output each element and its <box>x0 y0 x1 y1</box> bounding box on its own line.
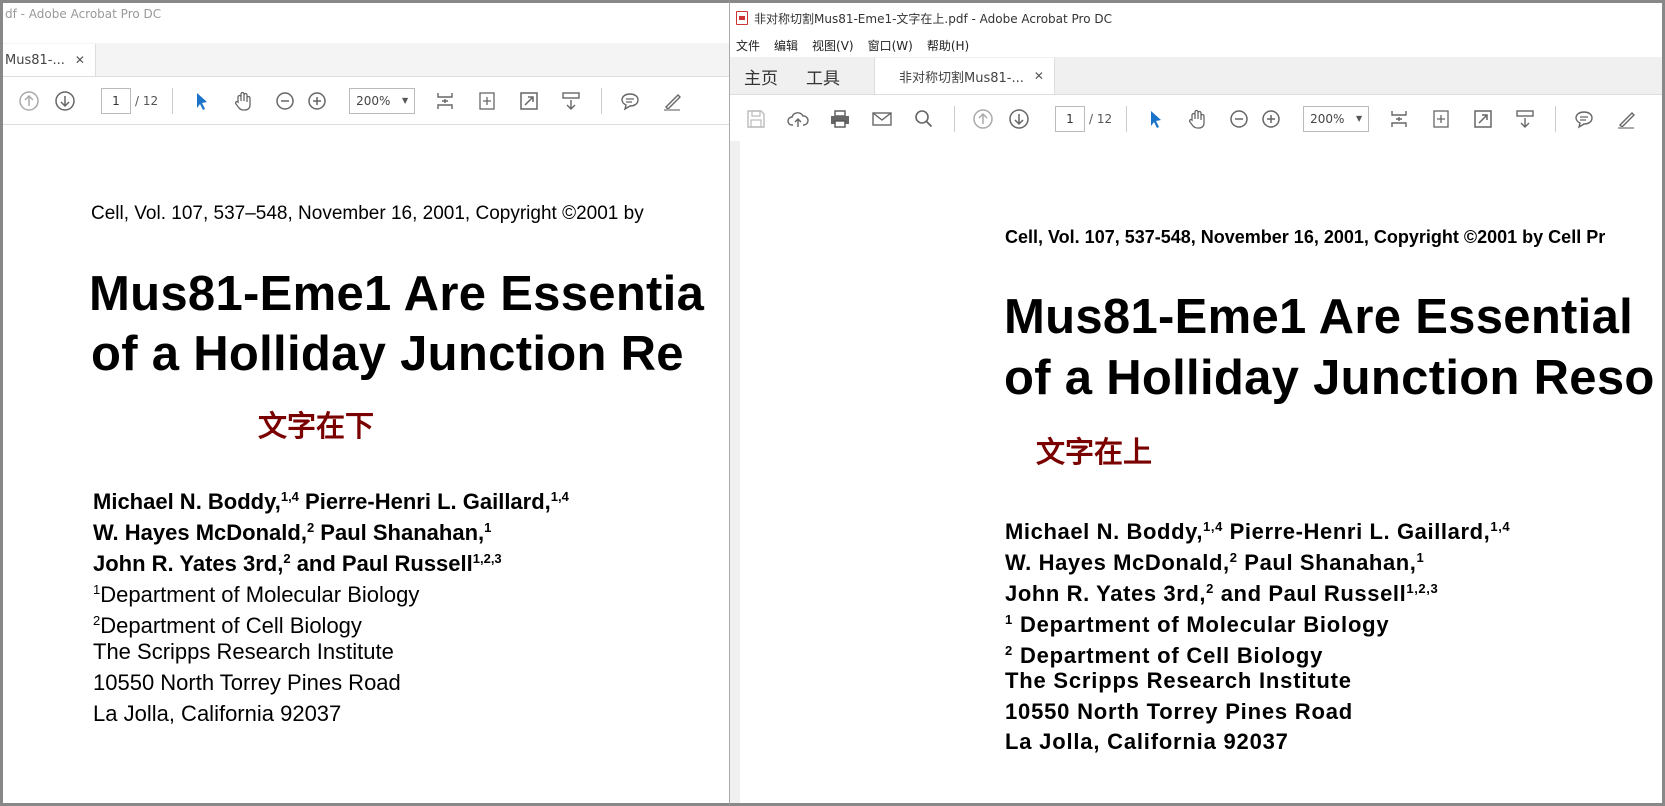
right-titlebar: 非对称切割Mus81-Eme1-文字在上.pdf - Adobe Acrobat… <box>730 3 1662 33</box>
menu-edit[interactable]: 编辑 <box>774 37 798 54</box>
affiliation-line: 10550 North Torrey Pines Road <box>93 670 401 695</box>
marquee-icon[interactable] <box>1425 103 1457 135</box>
print-icon[interactable] <box>824 103 856 135</box>
select-cursor-icon[interactable] <box>1139 103 1171 135</box>
left-zoom-value: 200% <box>356 93 391 108</box>
affiliation-line: La Jolla, California 92037 <box>93 701 342 726</box>
chevron-down-icon: ▼ <box>401 96 409 105</box>
select-cursor-icon[interactable] <box>185 85 217 117</box>
right-document-view[interactable]: Cell, Vol. 107, 537-548, November 16, 20… <box>730 141 1662 803</box>
paper-title-line-2: of a Holliday Junction Re <box>91 327 684 381</box>
left-menubar <box>3 25 730 43</box>
affiliation-line: The Scripps Research Institute <box>1005 668 1352 693</box>
chevron-down-icon: ▼ <box>1355 114 1363 123</box>
right-page-number-input[interactable]: 1 <box>1055 105 1085 132</box>
left-acrobat-window: df - Adobe Acrobat Pro DC Mus81-... ✕ 1 … <box>0 0 730 806</box>
right-tabrow: 主页 工具 非对称切割Mus81-... ✕ <box>730 57 1662 95</box>
annotation-label: 文字在上 <box>1036 435 1153 469</box>
tab-tools[interactable]: 工具 <box>792 58 854 94</box>
right-zoom-value: 200% <box>1310 111 1345 126</box>
right-menubar: 文件 编辑 视图(V) 窗口(W) 帮助(H) <box>730 33 1662 57</box>
paper-title-line-1: Mus81-Eme1 Are Essentia <box>89 267 705 321</box>
left-tabrow: Mus81-... ✕ <box>3 43 730 77</box>
close-icon[interactable]: ✕ <box>1034 69 1044 83</box>
menu-view[interactable]: 视图(V) <box>812 37 854 54</box>
save-icon[interactable] <box>740 103 772 135</box>
scroll-mode-icon[interactable] <box>1509 103 1541 135</box>
menu-window[interactable]: 窗口(W) <box>868 37 913 54</box>
toolbar-divider <box>954 105 955 132</box>
right-tab-label: 非对称切割Mus81-... <box>899 70 1024 86</box>
upload-icon[interactable] <box>782 103 814 135</box>
left-tab-label: Mus81-... <box>5 52 65 68</box>
right-zoom-select[interactable]: 200% ▼ <box>1303 105 1370 132</box>
left-document-view[interactable]: Cell, Vol. 107, 537–548, November 16, 20… <box>3 131 730 803</box>
pdf-file-icon <box>736 11 748 25</box>
left-page-navigator: 1 / 12 <box>101 87 159 114</box>
affiliation-line: The Scripps Research Institute <box>93 639 394 664</box>
paper-citation: Cell, Vol. 107, 537-548, November 16, 20… <box>1005 227 1606 247</box>
paper-title-line-2: of a Holliday Junction Reso <box>1004 351 1655 405</box>
zoom-out-icon[interactable] <box>1223 103 1255 135</box>
left-titlebar: df - Adobe Acrobat Pro DC <box>3 3 730 25</box>
right-page-total: / 12 <box>1089 111 1113 126</box>
highlight-pen-icon[interactable] <box>656 85 688 117</box>
prev-page-icon[interactable] <box>967 103 999 135</box>
toolbar-divider <box>1555 105 1557 132</box>
next-page-icon[interactable] <box>49 85 81 117</box>
affiliation-line: La Jolla, California 92037 <box>1005 729 1289 754</box>
menu-help[interactable]: 帮助(H) <box>927 37 969 54</box>
annotation-label: 文字在下 <box>258 409 375 443</box>
zoom-out-icon[interactable] <box>269 85 301 117</box>
tab-home[interactable]: 主页 <box>730 58 792 94</box>
email-icon[interactable] <box>866 103 898 135</box>
right-acrobat-window: 非对称切割Mus81-Eme1-文字在上.pdf - Adobe Acrobat… <box>729 0 1665 806</box>
fit-page-icon[interactable] <box>429 85 461 117</box>
left-page-number-input[interactable]: 1 <box>101 87 131 114</box>
toolbar-divider <box>1126 105 1128 132</box>
left-toolbar: 1 / 12 200% ▼ <box>3 77 730 125</box>
right-document-tab[interactable]: 非对称切割Mus81-... ✕ <box>874 58 1055 94</box>
paper-title-line-1: Mus81-Eme1 Are Essential <box>1004 290 1634 344</box>
fullscreen-icon[interactable] <box>1467 103 1499 135</box>
left-zoom-select[interactable]: 200% ▼ <box>349 87 416 114</box>
scroll-mode-icon[interactable] <box>555 85 587 117</box>
close-icon[interactable]: ✕ <box>75 53 85 67</box>
fit-page-icon[interactable] <box>1383 103 1415 135</box>
highlight-pen-icon[interactable] <box>1610 103 1642 135</box>
prev-page-icon[interactable] <box>13 85 45 117</box>
fullscreen-icon[interactable] <box>513 85 545 117</box>
hand-icon[interactable] <box>1181 103 1213 135</box>
left-page-total: / 12 <box>135 93 159 108</box>
toolbar-divider <box>601 87 603 114</box>
comment-icon[interactable] <box>614 85 646 117</box>
search-icon[interactable] <box>908 103 940 135</box>
marquee-icon[interactable] <box>471 85 503 117</box>
paper-citation: Cell, Vol. 107, 537–548, November 16, 20… <box>91 203 644 224</box>
comment-icon[interactable] <box>1568 103 1600 135</box>
menu-file[interactable]: 文件 <box>736 37 760 54</box>
toolbar-divider <box>172 87 174 114</box>
zoom-in-icon[interactable] <box>301 85 333 117</box>
right-toolbar: 1 / 12 200% ▼ <box>730 95 1662 143</box>
affiliation-line: 10550 North Torrey Pines Road <box>1005 699 1354 724</box>
right-page-navigator: 1 / 12 <box>1055 105 1113 132</box>
zoom-in-icon[interactable] <box>1255 103 1287 135</box>
left-document-tab[interactable]: Mus81-... ✕ <box>3 44 96 76</box>
left-window-title: df - Adobe Acrobat Pro DC <box>5 7 162 21</box>
hand-icon[interactable] <box>227 85 259 117</box>
next-page-icon[interactable] <box>1003 103 1035 135</box>
right-window-title: 非对称切割Mus81-Eme1-文字在上.pdf - Adobe Acrobat… <box>754 11 1113 26</box>
